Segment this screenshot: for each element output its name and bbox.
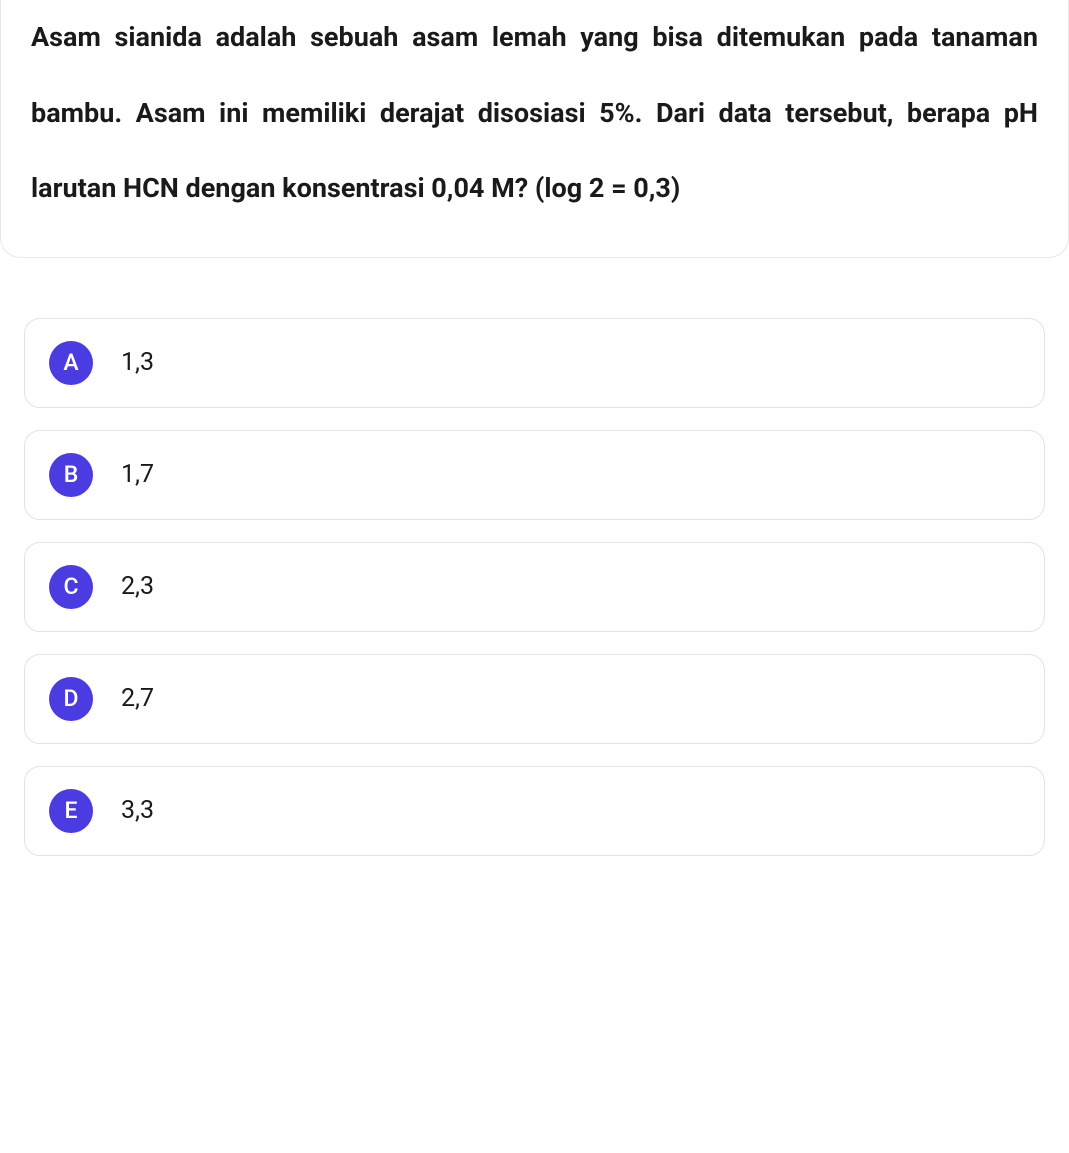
option-text: 3,3: [121, 796, 154, 825]
question-text: Asam sianida adalah sebuah asam lemah ya…: [31, 0, 1038, 227]
option-letter-badge: B: [49, 453, 93, 497]
option-e[interactable]: E 3,3: [24, 766, 1045, 856]
option-text: 2,3: [121, 572, 154, 601]
option-d[interactable]: D 2,7: [24, 654, 1045, 744]
option-text: 1,7: [121, 460, 154, 489]
option-letter-badge: E: [49, 789, 93, 833]
option-b[interactable]: B 1,7: [24, 430, 1045, 520]
option-a[interactable]: A 1,3: [24, 318, 1045, 408]
option-letter-badge: A: [49, 341, 93, 385]
option-letter-badge: C: [49, 565, 93, 609]
option-text: 2,7: [121, 684, 154, 713]
option-c[interactable]: C 2,3: [24, 542, 1045, 632]
question-container: Asam sianida adalah sebuah asam lemah ya…: [0, 0, 1069, 258]
option-text: 1,3: [121, 348, 154, 377]
option-letter-badge: D: [49, 677, 93, 721]
options-container: A 1,3 B 1,7 C 2,3 D 2,7 E 3,3: [0, 258, 1069, 856]
